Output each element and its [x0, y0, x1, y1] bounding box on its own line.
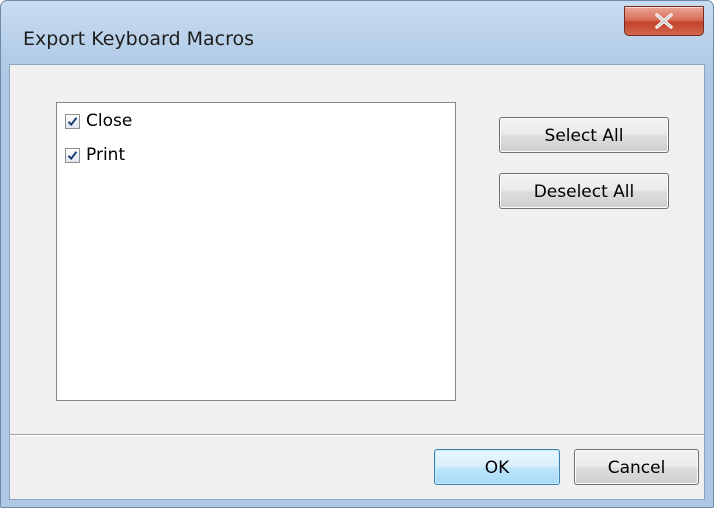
- macro-listbox[interactable]: Close Print: [56, 102, 456, 401]
- select-all-button[interactable]: Select All: [499, 117, 669, 153]
- footer-divider: [10, 434, 704, 436]
- print-checkbox[interactable]: [65, 147, 80, 163]
- cancel-button[interactable]: Cancel: [574, 449, 699, 485]
- close-checkbox[interactable]: [65, 113, 80, 129]
- dialog-window: Export Keyboard Macros Close Print Selec…: [0, 0, 714, 508]
- window-title: Export Keyboard Macros: [23, 28, 254, 50]
- title-bar[interactable]: Export Keyboard Macros: [1, 1, 713, 71]
- list-item-label: Print: [86, 145, 126, 165]
- list-item-label: Close: [86, 111, 133, 131]
- ok-button[interactable]: OK: [434, 449, 560, 485]
- deselect-all-button[interactable]: Deselect All: [499, 173, 669, 209]
- check-mark-icon: [67, 150, 78, 160]
- close-icon: [655, 13, 673, 29]
- list-item-print[interactable]: Print: [65, 142, 125, 168]
- dialog-content: Close Print Select All Deselect All OK C…: [9, 64, 705, 500]
- list-item-close[interactable]: Close: [65, 108, 132, 134]
- close-button[interactable]: [624, 6, 704, 36]
- check-mark-icon: [67, 116, 78, 126]
